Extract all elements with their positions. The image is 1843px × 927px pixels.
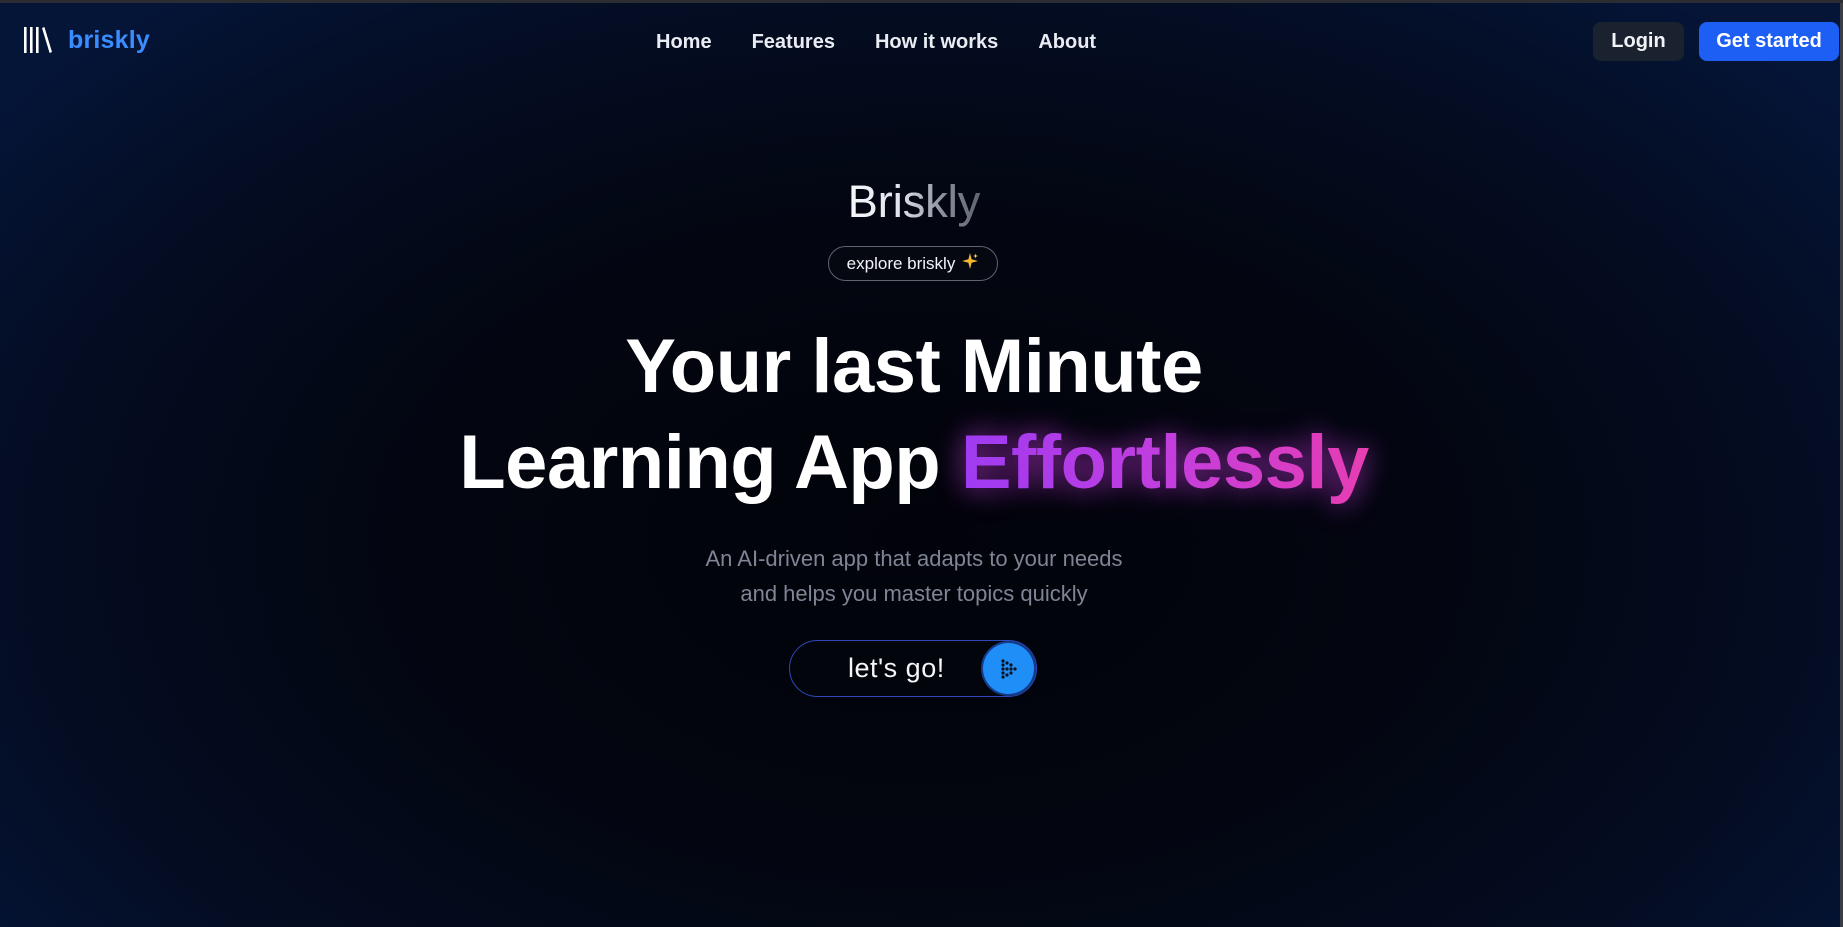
subtitle-line-2: and helps you master topics quickly	[740, 581, 1088, 606]
nav-link-about[interactable]: About	[1038, 27, 1096, 57]
subtitle-line-1: An AI-driven app that adapts to your nee…	[705, 546, 1123, 571]
hero-brand-text: Briskly	[847, 176, 981, 227]
landing-page: briskly Home Features How it works About…	[0, 0, 1843, 927]
nav-links: Home Features How it works About	[656, 27, 1136, 57]
sparkles-icon	[961, 252, 979, 275]
cta-label: let's go!	[848, 653, 945, 683]
dotted-arrow-right-icon	[983, 643, 1034, 694]
login-button[interactable]: Login	[1593, 22, 1684, 61]
brand-name: briskly	[68, 25, 151, 54]
get-started-button[interactable]: Get started	[1699, 22, 1839, 61]
brand-logo-link[interactable]: briskly	[22, 24, 150, 56]
library-books-icon	[22, 24, 54, 56]
nav-link-features[interactable]: Features	[752, 27, 835, 57]
headline-highlight-word: Effortlessly	[960, 420, 1369, 505]
top-navbar: briskly Home Features How it works About…	[0, 3, 1840, 79]
explore-pill-button[interactable]: explore briskly	[828, 246, 998, 281]
hero-brand-title: Briskly	[0, 175, 1828, 229]
hero-headline: Your last Minute Learning App Effortless…	[0, 319, 1828, 511]
hero-subtitle: An AI-driven app that adapts to your nee…	[0, 541, 1828, 611]
headline-line-1: Your last Minute	[625, 324, 1203, 409]
nav-link-how-it-works[interactable]: How it works	[875, 27, 998, 57]
nav-link-home[interactable]: Home	[656, 27, 712, 57]
lets-go-button[interactable]: let's go!	[789, 640, 1037, 697]
headline-line-2-plain: Learning App	[459, 420, 941, 505]
explore-pill-label: explore briskly	[846, 253, 956, 273]
